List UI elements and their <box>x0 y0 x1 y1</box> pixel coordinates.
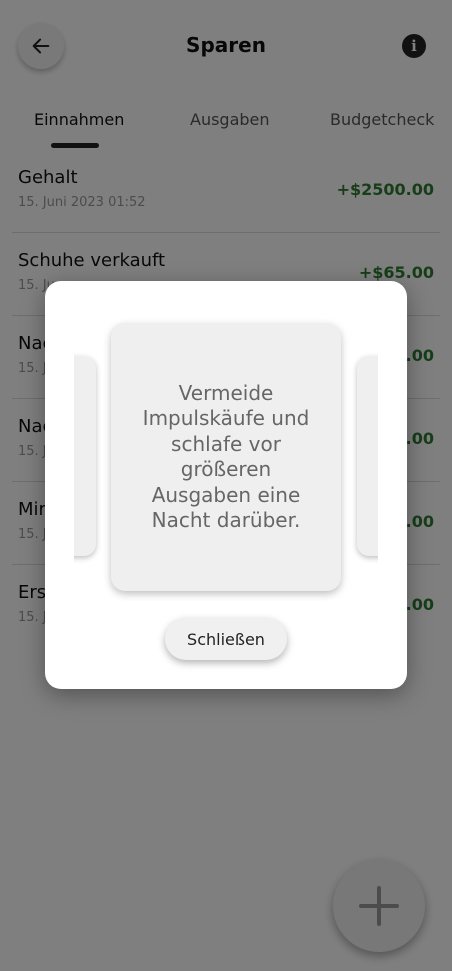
next-tip-card[interactable] <box>357 356 378 556</box>
close-button[interactable]: Schließen <box>165 618 287 660</box>
tip-text: Vermeide Impulskäufe und schlafe vor grö… <box>142 380 310 533</box>
tip-dialog: Vermeide Impulskäufe und schlafe vor grö… <box>45 281 407 689</box>
previous-tip-card[interactable] <box>74 356 96 556</box>
tip-carousel[interactable]: Vermeide Impulskäufe und schlafe vor grö… <box>74 311 378 601</box>
tip-card: Vermeide Impulskäufe und schlafe vor grö… <box>111 323 341 591</box>
